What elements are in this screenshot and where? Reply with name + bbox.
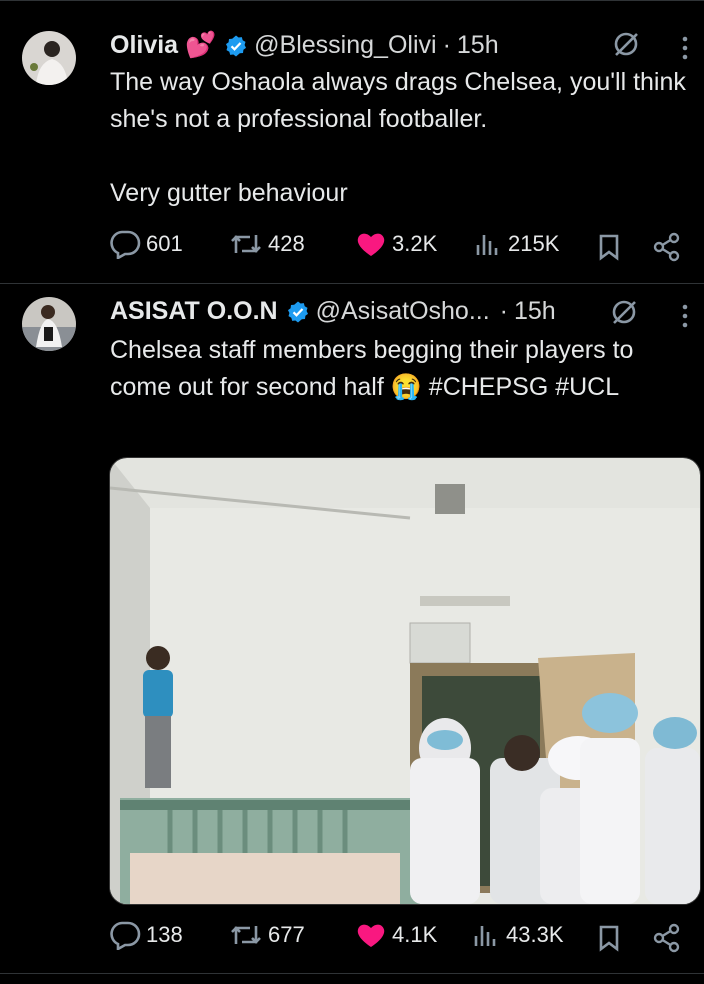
separator-dot: · (499, 297, 508, 325)
like-count: 3.2K (392, 231, 438, 256)
reply-button[interactable]: 601 (108, 229, 183, 259)
repost-count: 677 (268, 922, 305, 947)
more-icon[interactable] (682, 303, 688, 329)
reply-count: 138 (146, 922, 183, 947)
tweet-1[interactable]: Olivia 💕 @Blessing_Olivi · 15h The way O… (0, 0, 704, 284)
repost-icon (231, 235, 261, 253)
repost-button[interactable]: 677 (228, 920, 305, 950)
views-icon (474, 926, 496, 946)
tweet-header: ASISAT O.O.N @AsisatOsho... · 15h (110, 297, 556, 326)
views-button[interactable]: 43.3K (470, 920, 564, 950)
tweet-text: The way Oshaola always drags Chelsea, yo… (110, 68, 686, 207)
bookmark-icon[interactable] (598, 233, 620, 261)
tweet-photo[interactable] (109, 457, 701, 905)
action-bar: 138 677 4.1K 43.3K (108, 920, 688, 960)
share-icon[interactable] (652, 232, 682, 262)
verified-icon (287, 301, 308, 322)
repost-button[interactable]: 428 (228, 229, 305, 259)
photo-image (110, 458, 700, 904)
bookmark-icon[interactable] (598, 924, 620, 952)
repost-icon (231, 926, 261, 944)
user-handle[interactable]: @AsisatOsho... (316, 297, 490, 326)
user-handle[interactable]: @Blessing_Olivi (254, 31, 436, 60)
views-count: 43.3K (506, 922, 564, 947)
display-name[interactable]: ASISAT O.O.N (110, 297, 278, 326)
reply-icon (110, 230, 141, 259)
grok-icon[interactable] (612, 30, 640, 58)
repost-count: 428 (268, 231, 305, 256)
verified-icon (226, 35, 247, 56)
views-count: 215K (508, 231, 560, 256)
tweet-header: Olivia 💕 @Blessing_Olivi · 15h (110, 31, 499, 60)
action-bar: 601 428 3.2K 215K (108, 229, 688, 269)
timestamp[interactable]: 15h (457, 31, 499, 60)
separator-dot: · (442, 31, 451, 59)
more-icon[interactable] (682, 35, 688, 61)
tweet-2[interactable]: ASISAT O.O.N @AsisatOsho... · 15h Chelse… (0, 283, 704, 974)
views-icon (476, 235, 498, 255)
heart-icon (357, 924, 385, 947)
reply-icon (110, 921, 141, 950)
share-icon[interactable] (652, 923, 682, 953)
reply-count: 601 (146, 231, 183, 256)
like-count: 4.1K (392, 922, 438, 947)
grok-icon[interactable] (610, 298, 638, 326)
avatar[interactable] (22, 297, 76, 351)
display-name[interactable]: Olivia 💕 (110, 31, 216, 60)
reply-button[interactable]: 138 (108, 920, 183, 950)
avatar[interactable] (22, 31, 76, 85)
timestamp[interactable]: 15h (514, 297, 556, 326)
heart-icon (357, 233, 385, 256)
like-button[interactable]: 4.1K (354, 920, 437, 950)
views-button[interactable]: 215K (472, 229, 559, 259)
like-button[interactable]: 3.2K (354, 229, 437, 259)
tweet-text: Chelsea staff members begging their play… (110, 336, 634, 401)
